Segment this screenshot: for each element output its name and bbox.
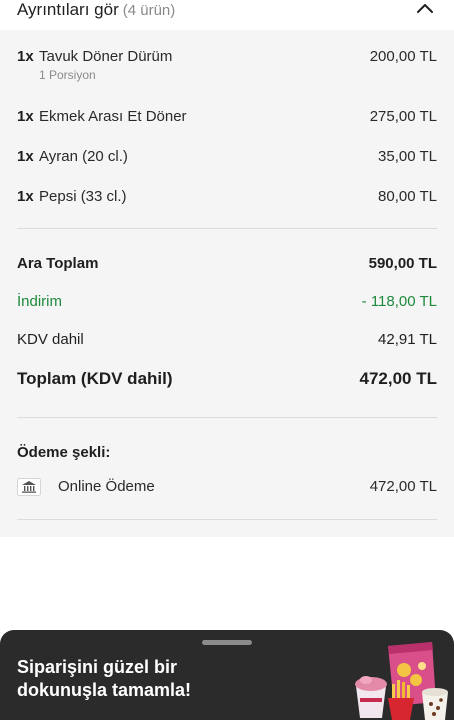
- payment-title: Ödeme şekli:: [17, 444, 111, 461]
- item-portion: 1 Porsiyon: [39, 68, 96, 82]
- snack-products-image: [355, 642, 448, 720]
- item-name: Tavuk Döner Dürüm: [39, 48, 173, 65]
- order-details-header[interactable]: Ayrıntıları gör (4 ürün): [0, 0, 454, 30]
- payment-section-title: Ödeme şekli:: [17, 444, 437, 464]
- vat-value: 42,91 TL: [378, 331, 437, 348]
- order-details-label: Ayrıntıları gör: [17, 0, 119, 19]
- discount-label: İndirim: [17, 293, 63, 310]
- divider: [17, 417, 437, 418]
- payment-method-row: Online Ödeme 472,00 TL: [17, 478, 437, 500]
- order-item: 1x Ayran (20 cl.) 35,00 TL: [17, 148, 437, 168]
- order-item: 1x Ekmek Arası Et Döner 275,00 TL: [17, 108, 437, 128]
- item-price: 35,00 TL: [378, 148, 437, 165]
- item-price: 275,00 TL: [369, 108, 437, 125]
- payment-method-name: Online Ödeme: [58, 478, 155, 495]
- item-price: 200,00 TL: [369, 48, 437, 65]
- total-label: Toplam (KDV dahil): [17, 369, 173, 388]
- bank-icon: [17, 478, 41, 496]
- upsell-banner[interactable]: Siparişini güzel bir dokunuşla tamamla!: [0, 630, 454, 720]
- drag-handle[interactable]: [202, 640, 252, 645]
- vat-label: KDV dahil: [17, 331, 84, 348]
- total-row: Toplam (KDV dahil) 472,00 TL: [17, 369, 437, 393]
- item-quantity: 1x: [17, 108, 34, 125]
- item-quantity: 1x: [17, 148, 34, 165]
- item-name: Ekmek Arası Et Döner: [39, 108, 187, 125]
- chevron-up-icon[interactable]: [414, 0, 436, 16]
- subtotal-label: Ara Toplam: [17, 255, 99, 272]
- discount-value: - 118,00 TL: [361, 293, 437, 310]
- divider: [17, 228, 437, 229]
- item-name: Pepsi (33 cl.): [39, 188, 127, 205]
- order-details-title: Ayrıntıları gör (4 ürün): [17, 0, 175, 20]
- item-name: Ayran (20 cl.): [39, 148, 128, 165]
- order-item: 1x Tavuk Döner Dürüm 1 Porsiyon 200,00 T…: [17, 48, 437, 84]
- item-price: 80,00 TL: [378, 188, 437, 205]
- item-quantity: 1x: [17, 48, 34, 65]
- divider: [17, 519, 437, 520]
- banner-text: Siparişini güzel bir dokunuşla tamamla!: [17, 657, 192, 700]
- order-item: 1x Pepsi (33 cl.) 80,00 TL: [17, 188, 437, 208]
- order-details-panel: 1x Tavuk Döner Dürüm 1 Porsiyon 200,00 T…: [0, 30, 454, 537]
- payment-amount: 472,00 TL: [369, 478, 437, 495]
- total-value: 472,00 TL: [359, 369, 438, 388]
- item-count: (4 ürün): [122, 2, 176, 19]
- item-quantity: 1x: [17, 188, 34, 205]
- discount-row: İndirim - 118,00 TL: [17, 293, 437, 313]
- subtotal-row: Ara Toplam 590,00 TL: [17, 255, 437, 275]
- vat-row: KDV dahil 42,91 TL: [17, 331, 437, 351]
- subtotal-value: 590,00 TL: [368, 255, 437, 272]
